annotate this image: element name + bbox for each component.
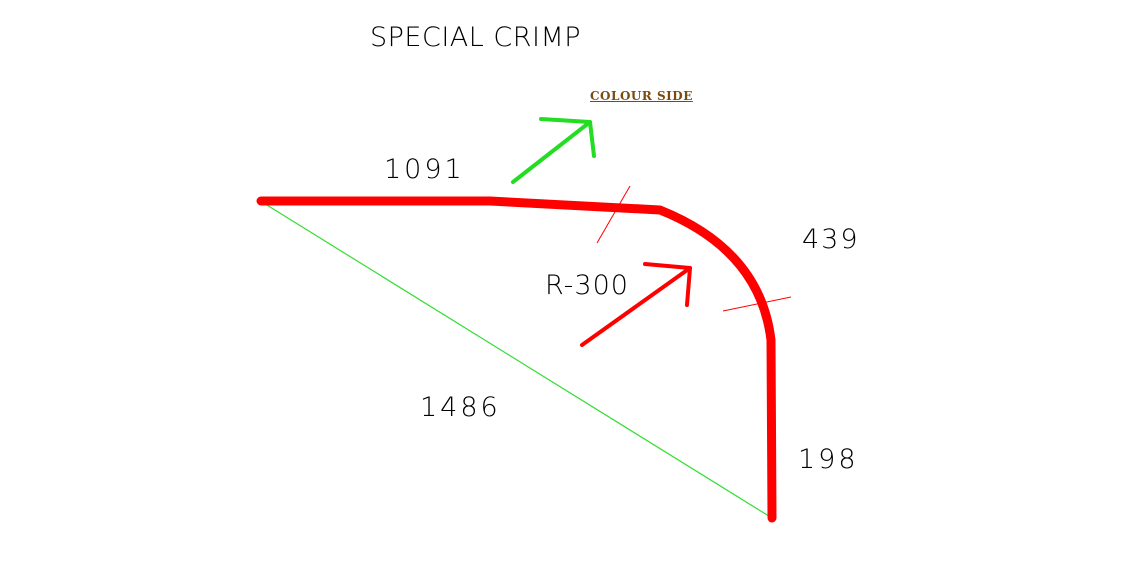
colour-side-arrow-icon [511, 117, 596, 184]
colour-side-label: COLOUR SIDE [590, 89, 693, 103]
diagonal-span-label: 1486 [420, 392, 501, 423]
bend-start-tick [596, 185, 631, 244]
bend-radius-label: R-300 [545, 270, 629, 301]
bend-arc-length-label: 439 [802, 224, 860, 255]
vertical-leg-label: 198 [798, 444, 859, 475]
diagonal-chord-line [261, 201, 773, 519]
top-length-label: 1091 [384, 154, 465, 185]
drawing-title: SPECIAL CRIMP [370, 22, 582, 53]
